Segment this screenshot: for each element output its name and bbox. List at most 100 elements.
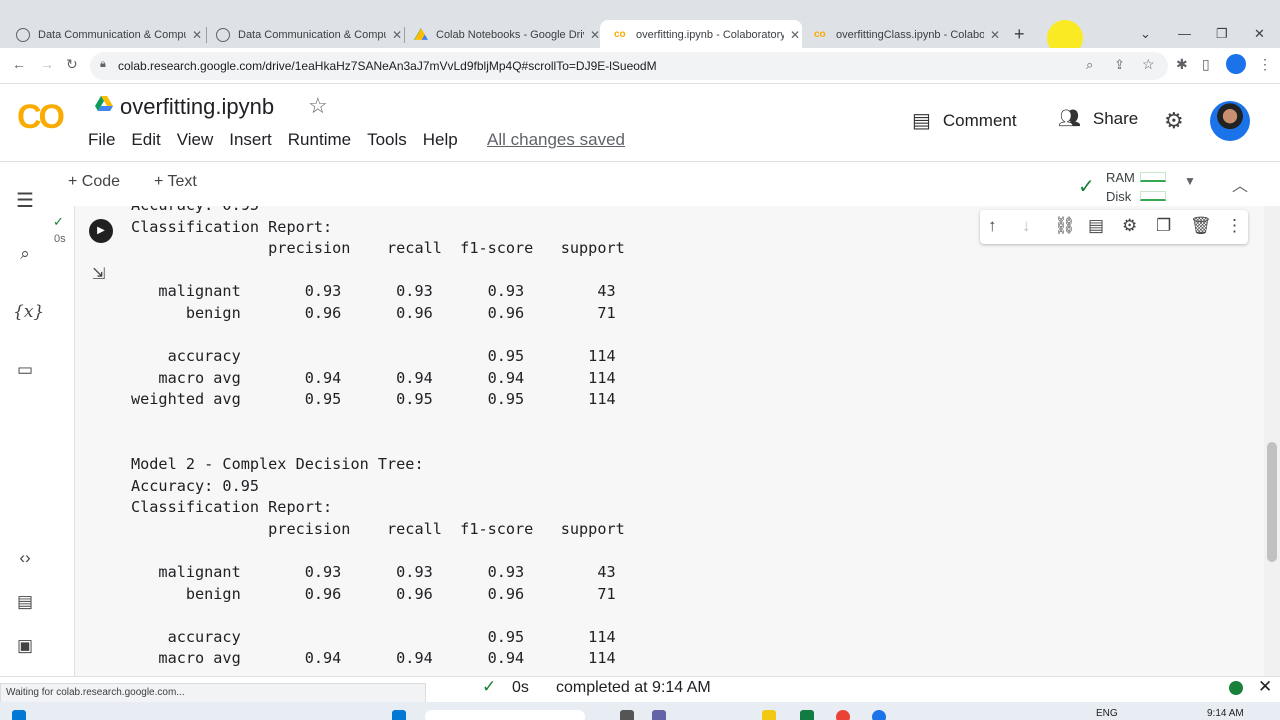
scrollbar[interactable] [1264,206,1280,676]
minimize-button[interactable]: — [1178,26,1191,41]
cell-output: Accuracy: 0.95 Classification Report: pre… [131,206,1231,670]
star-icon[interactable]: ☆ [308,93,328,119]
browser-tab[interactable]: co overfittingClass.ipynb - Colabora ✕ [800,20,1000,50]
notebook-title[interactable]: overfitting.ipynb [120,94,274,120]
link-icon[interactable]: ⛓ [1054,216,1076,236]
close-icon[interactable]: ✕ [790,28,800,42]
status-completed-text[interactable]: completed at 9:14 AM [556,679,711,697]
menu-runtime[interactable]: Runtime [288,130,351,150]
table-of-contents-icon[interactable]: ☰ [13,188,37,213]
output-line: macro avg 0.94 0.94 0.94 114 [131,368,616,387]
ram-bar [1140,172,1166,182]
chevron-down-icon[interactable]: ▼ [1184,174,1196,188]
run-cell-button[interactable]: ▶ [89,219,113,243]
omnibox[interactable]: 🔒︎ colab.research.google.com/drive/1eaHk… [90,52,1168,80]
menu-insert[interactable]: Insert [229,130,272,150]
browser-tab[interactable]: Data Communication & Comput ✕ [202,20,402,50]
tab-search-icon[interactable]: ⌄ [1140,26,1151,42]
output-line: precision recall f1-score support [131,519,625,538]
menu-edit[interactable]: Edit [131,130,160,150]
gear-icon[interactable]: ⚙ [1122,216,1137,236]
output-actions-icon[interactable]: ⇲ [92,264,105,284]
menu-tools[interactable]: Tools [367,130,407,150]
move-up-icon[interactable]: ↑ [988,216,997,236]
variables-icon[interactable]: {x} [13,302,44,322]
menu-help[interactable]: Help [423,130,458,150]
notebook-toolbar: + Code + Text ✓ RAM Disk ▼ ︿ [0,162,1280,206]
globe-icon [216,28,230,42]
scrollbar-thumb[interactable] [1267,442,1277,562]
side-panel-icon[interactable]: ▯ [1202,56,1210,73]
back-icon[interactable]: ← [12,56,26,72]
browser-tab[interactable]: Data Communication & Comput ✕ [2,20,202,50]
add-text-button[interactable]: + Text [154,173,197,191]
browser-tab-active[interactable]: co overfitting.ipynb - Colaboratory ✕ [600,20,802,50]
chevron-up-icon[interactable]: ︿ [1232,172,1248,196]
menu-file[interactable]: File [88,130,115,150]
taskbar-clock[interactable]: 9:14 AM [1207,708,1244,719]
tab-label: overfitting.ipynb - Colaboratory [636,29,784,41]
share-label: Share [1092,108,1139,128]
restore-button[interactable]: ❐ [1216,26,1228,42]
comment-button[interactable]: ▤ Comment [912,108,1017,133]
zoom-icon[interactable]: ⌕ [1086,57,1093,73]
teams-icon[interactable] [652,710,666,720]
avatar[interactable] [1210,101,1250,141]
output-line: weighted avg 0.95 0.95 0.95 114 [131,390,616,409]
url-text[interactable]: colab.research.google.com/drive/1eaHkaHz… [118,59,657,73]
more-icon[interactable]: ⋮ [1226,216,1243,236]
excel-icon[interactable] [800,710,814,720]
lock-icon[interactable]: 🔒︎ [100,58,106,71]
execution-check-icon: ✓ [53,214,64,229]
output-line: macro avg 0.94 0.94 0.94 114 [131,649,616,668]
app-icon[interactable] [872,710,886,720]
taskview-icon[interactable] [620,710,634,720]
forward-icon[interactable]: → [40,56,54,72]
language-indicator[interactable]: ENG [1096,708,1118,719]
command-palette-icon[interactable]: ▤ [13,592,37,612]
gear-icon[interactable]: ⚙ [1164,108,1184,134]
files-icon[interactable]: ▭ [13,360,37,380]
close-icon[interactable]: ✕ [990,28,1000,42]
menu-view[interactable]: View [177,130,214,150]
comment-icon[interactable]: ▤ [1088,216,1104,236]
file-explorer-icon[interactable] [762,710,776,720]
disk-bar [1140,191,1166,201]
chrome-icon[interactable] [836,710,850,720]
close-icon[interactable]: ✕ [1258,677,1272,697]
profile-avatar[interactable] [1226,54,1246,74]
window-close-button[interactable]: ✕ [1254,26,1265,42]
close-icon[interactable]: ✕ [590,28,600,42]
disk-label: Disk [1106,189,1132,204]
search-icon[interactable]: ⌕ [13,244,37,264]
new-tab-button[interactable]: + [1014,24,1025,45]
windows-start-icon[interactable] [12,710,26,720]
code-snippets-icon[interactable]: ‹› [13,548,37,568]
extensions-icon[interactable]: ✱ [1176,56,1188,73]
browser-tab-strip: Data Communication & Comput ✕ Data Commu… [0,0,1280,50]
connected-check-icon: ✓ [1078,176,1095,198]
mirror-cell-icon[interactable]: ❐ [1156,216,1171,236]
start-button-icon[interactable] [392,710,406,720]
add-code-button[interactable]: + Code [68,173,120,191]
reload-icon[interactable]: ↻ [66,56,78,73]
taskbar-search-box[interactable] [425,710,585,720]
share-page-icon[interactable]: ⇪ [1114,57,1125,73]
colab-logo[interactable]: CO [17,98,65,137]
output-line: benign 0.96 0.96 0.96 71 [131,303,616,322]
drive-icon[interactable] [95,96,113,112]
bookmark-star-icon[interactable]: ☆ [1142,56,1155,73]
terminal-icon[interactable]: ▣ [13,636,37,656]
browser-menu-icon[interactable]: ⋮ [1258,56,1272,73]
delete-icon[interactable]: 🗑︎ [1190,216,1212,236]
save-status-link[interactable]: All changes saved [487,130,625,150]
resource-monitor[interactable]: ✓ RAM Disk ▼ [1078,166,1198,204]
move-down-icon[interactable]: ↓ [1022,216,1031,236]
tab-label: Data Communication & Comput [238,29,386,41]
share-button[interactable]: 👥︎ Share [1058,108,1138,129]
close-icon[interactable]: ✕ [192,28,202,42]
browser-tab[interactable]: Colab Notebooks - Google Drive ✕ [400,20,600,50]
